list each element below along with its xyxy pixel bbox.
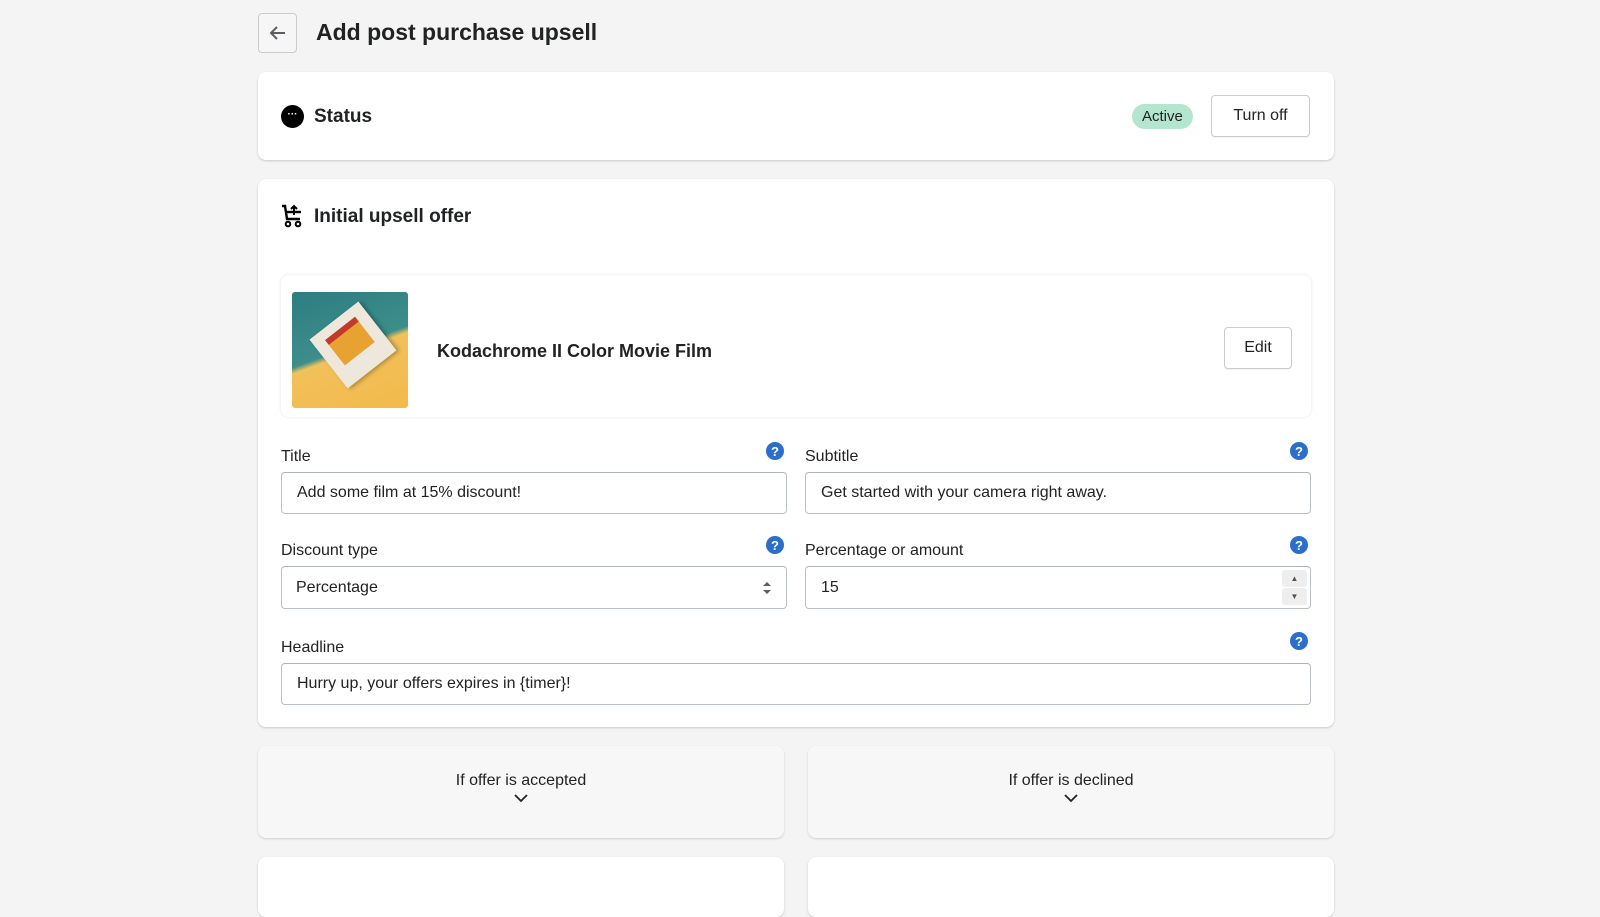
turn-off-button[interactable]: Turn off xyxy=(1211,95,1310,137)
title-help-icon[interactable]: ? xyxy=(766,442,784,460)
subtitle-label: Subtitle xyxy=(805,448,859,465)
discount-type-label: Discount type xyxy=(281,542,378,559)
status-title: Status xyxy=(314,106,373,127)
page-title: Add post purchase upsell xyxy=(316,19,598,45)
title-label: Title xyxy=(281,448,311,465)
product-image xyxy=(292,292,408,408)
discount-type-select[interactable]: Percentage xyxy=(281,566,787,609)
chevron-down-icon xyxy=(1064,794,1078,803)
cart-upload-icon xyxy=(282,204,302,228)
chevron-down-icon xyxy=(514,794,528,803)
discount-type-value: Percentage xyxy=(296,578,378,596)
amount-value: 15 xyxy=(821,578,839,596)
headline-input[interactable]: Hurry up, your offers expires in {timer}… xyxy=(281,663,1311,705)
offer-card: Initial upsell offer Kodachrome II Color… xyxy=(258,179,1334,727)
amount-label: Percentage or amount xyxy=(805,542,964,559)
product-name: Kodachrome II Color Movie Film xyxy=(437,341,713,361)
status-dots-icon: ··· xyxy=(281,105,304,128)
offer-title: Initial upsell offer xyxy=(314,206,472,227)
offer-declined-label: If offer is declined xyxy=(1008,772,1134,789)
amount-input[interactable]: 15 ▲ ▼ xyxy=(805,566,1311,609)
product-card: Kodachrome II Color Movie Film Edit xyxy=(281,275,1311,417)
offer-accepted-label: If offer is accepted xyxy=(455,772,587,789)
arrow-left-icon xyxy=(269,26,285,40)
declined-content-card xyxy=(808,857,1334,917)
title-input[interactable]: Add some film at 15% discount! xyxy=(281,472,787,514)
headline-help-icon[interactable]: ? xyxy=(1290,632,1308,650)
offer-declined-section[interactable]: If offer is declined xyxy=(808,746,1334,838)
headline-label: Headline xyxy=(281,639,345,656)
accepted-content-card xyxy=(258,857,784,917)
increment-button[interactable]: ▲ xyxy=(1282,570,1307,587)
back-button[interactable] xyxy=(258,13,297,53)
discount-type-help-icon[interactable]: ? xyxy=(766,536,784,554)
subtitle-help-icon[interactable]: ? xyxy=(1290,442,1308,460)
select-arrows-icon xyxy=(763,582,771,594)
status-badge: Active xyxy=(1132,104,1193,129)
decrement-button[interactable]: ▼ xyxy=(1282,588,1307,605)
offer-accepted-section[interactable]: If offer is accepted xyxy=(258,746,784,838)
edit-product-button[interactable]: Edit xyxy=(1224,327,1292,369)
amount-help-icon[interactable]: ? xyxy=(1290,536,1308,554)
status-card: ··· Status Active Turn off xyxy=(258,72,1334,160)
subtitle-input[interactable]: Get started with your camera right away. xyxy=(805,472,1311,514)
